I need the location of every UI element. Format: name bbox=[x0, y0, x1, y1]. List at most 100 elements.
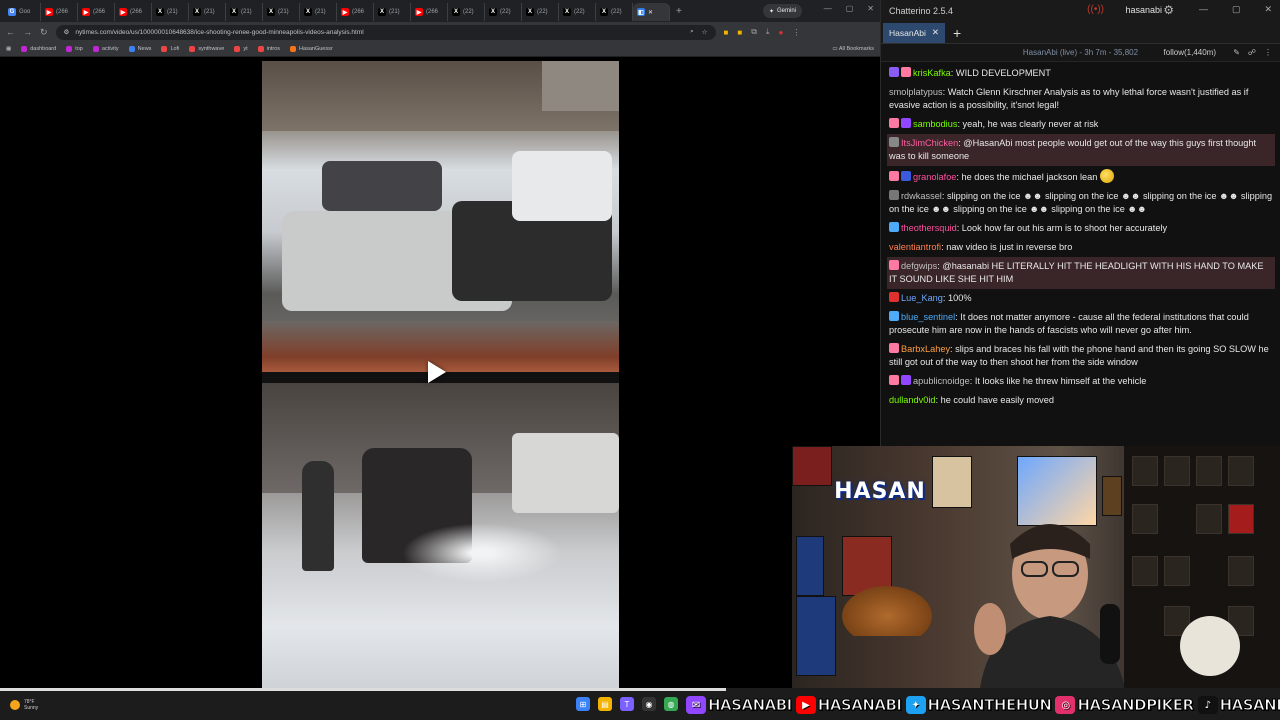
browser-tab[interactable]: X (21) bbox=[374, 3, 411, 21]
bookmark-item[interactable]: HasanGuessr bbox=[290, 46, 333, 52]
video-player[interactable] bbox=[262, 61, 619, 688]
gear-icon[interactable]: ⚙ bbox=[1163, 3, 1174, 17]
obs-icon[interactable]: ◉ bbox=[642, 697, 656, 711]
chat-message[interactable]: krisKafka: WILD DEVELOPMENT bbox=[887, 64, 1275, 83]
more-icon[interactable]: ⋮ bbox=[1264, 48, 1272, 57]
maximize-icon[interactable]: ▢ bbox=[846, 4, 854, 13]
bookmark-item[interactable]: top bbox=[66, 46, 83, 52]
badge-icon bbox=[889, 118, 899, 128]
site-info-icon[interactable]: ⚙ bbox=[64, 28, 70, 36]
browser-tab[interactable]: ▶ (266 bbox=[41, 3, 78, 21]
chat-message[interactable]: rdwkassel: slipping on the ice ☻☻ slippi… bbox=[887, 187, 1275, 219]
browser-tab[interactable]: X (22) bbox=[448, 3, 485, 21]
chat-username[interactable]: blue_sentinel bbox=[901, 312, 955, 322]
browser-tab[interactable]: ▶ (266 bbox=[115, 3, 152, 21]
chat-username[interactable]: krisKafka bbox=[913, 68, 951, 78]
follow-mode-label[interactable]: follow(1,440m) bbox=[1164, 48, 1216, 57]
chat-message[interactable]: Lue_Kang: 100% bbox=[887, 289, 1275, 308]
browser-tab[interactable]: X (21) bbox=[300, 3, 337, 21]
chat-username[interactable]: rdwkassel bbox=[901, 191, 942, 201]
weather-widget[interactable]: 78°F Sunny bbox=[10, 699, 38, 711]
browser-tab[interactable]: ▶ (266 bbox=[411, 3, 448, 21]
reload-icon[interactable]: ↻ bbox=[40, 27, 48, 38]
chat-message[interactable]: dullandv0id: he could have easily moved bbox=[887, 391, 1275, 410]
chrome-icon[interactable]: ◍ bbox=[664, 697, 678, 711]
browser-tab[interactable]: X (22) bbox=[485, 3, 522, 21]
browser-tab[interactable]: ▶ (266 bbox=[337, 3, 374, 21]
download-icon[interactable]: ⤓ bbox=[766, 27, 770, 37]
extension-icon[interactable]: ● bbox=[779, 28, 784, 37]
chat-username[interactable]: defgwips bbox=[901, 261, 937, 271]
chat-message[interactable]: valentiantrofi: naw video is just in rev… bbox=[887, 238, 1275, 257]
bookmark-item[interactable]: yt bbox=[234, 46, 248, 52]
browser-tab[interactable]: G Goo bbox=[4, 3, 41, 21]
chat-message[interactable]: sambodius: yeah, he was clearly never at… bbox=[887, 115, 1275, 134]
teams-icon[interactable]: T bbox=[620, 697, 634, 711]
browser-tab[interactable]: X (22) bbox=[522, 3, 559, 21]
new-tab-button[interactable]: + bbox=[670, 6, 688, 17]
gemini-button[interactable]: ✦ Gemini bbox=[762, 4, 802, 18]
zoom-icon[interactable]: ⌕ bbox=[690, 28, 694, 36]
browser-tab[interactable]: X (22) bbox=[559, 3, 596, 21]
video-progress-bar[interactable] bbox=[0, 688, 726, 691]
browser-tab[interactable]: X (22) bbox=[596, 3, 633, 21]
chat-username[interactable]: smolplatypus bbox=[889, 87, 943, 97]
maximize-icon[interactable]: ▢ bbox=[1232, 4, 1241, 15]
bookmark-item[interactable]: intros bbox=[257, 46, 280, 52]
chat-message[interactable]: smolplatypus: Watch Glenn Kirschner Anal… bbox=[887, 83, 1275, 115]
edit-icon[interactable]: ✎ bbox=[1233, 48, 1240, 57]
chat-username[interactable]: Lue_Kang bbox=[901, 293, 943, 303]
bookmark-item[interactable]: Lofi bbox=[161, 46, 179, 52]
chat-username[interactable]: sambodius bbox=[913, 119, 957, 129]
file-explorer-icon[interactable]: ▤ bbox=[598, 697, 612, 711]
chat-message[interactable]: granolafoe: he does the michael jackson … bbox=[887, 166, 1275, 187]
close-icon[interactable]: ✕ bbox=[1264, 4, 1272, 15]
chat-message[interactable]: blue_sentinel: It does not matter anymor… bbox=[887, 308, 1275, 340]
bookmark-star-icon[interactable]: ☆ bbox=[702, 28, 708, 36]
close-icon[interactable]: ✕ bbox=[867, 4, 874, 13]
browser-tab[interactable]: X (21) bbox=[263, 3, 300, 21]
browser-tab[interactable]: X (21) bbox=[189, 3, 226, 21]
apps-icon[interactable]: ▦ bbox=[6, 46, 11, 52]
chat-username[interactable]: valentiantrofi bbox=[889, 242, 941, 252]
chat-message[interactable]: theothersquid: Look how far out his arm … bbox=[887, 219, 1275, 238]
users-icon[interactable]: ☍ bbox=[1248, 48, 1256, 57]
tab-hasanabi[interactable]: HasanAbi ✕ bbox=[883, 22, 945, 43]
chat-username[interactable]: apublicnoidge bbox=[913, 376, 970, 386]
chat-message[interactable]: BarbxLahey: slips and braces his fall wi… bbox=[887, 340, 1275, 372]
active-browser-tab[interactable]: ◧ ✕ bbox=[633, 3, 670, 21]
browser-tab[interactable]: X (21) bbox=[152, 3, 189, 21]
address-bar[interactable]: ⚙ nytimes.com/video/us/100000010648638/i… bbox=[55, 24, 716, 40]
account-name[interactable]: hasanabi bbox=[1125, 5, 1162, 15]
tab-favicon-icon: ▶ bbox=[415, 8, 423, 16]
bookmark-item[interactable]: News bbox=[128, 46, 151, 52]
forward-icon[interactable]: → bbox=[23, 27, 32, 37]
menu-icon[interactable]: ⋮ bbox=[792, 28, 800, 37]
chat-message-list[interactable]: krisKafka: WILD DEVELOPMENT smolplatypus:… bbox=[881, 63, 1280, 446]
bookmark-item[interactable]: dashboard bbox=[21, 46, 56, 52]
chat-username[interactable]: granolafoe bbox=[913, 172, 956, 182]
chat-message[interactable]: ItsJimChicken: @HasanAbi most people wou… bbox=[887, 134, 1275, 166]
browser-tab[interactable]: ▶ (266 bbox=[78, 3, 115, 21]
play-icon[interactable] bbox=[428, 361, 446, 383]
extension-icon[interactable]: ■ bbox=[737, 28, 742, 37]
minimize-icon[interactable]: — bbox=[1199, 4, 1208, 15]
browser-tab[interactable]: X (21) bbox=[226, 3, 263, 21]
minimize-icon[interactable]: — bbox=[824, 4, 832, 13]
close-icon[interactable]: ✕ bbox=[648, 9, 653, 16]
bookmark-item[interactable]: synthwave bbox=[189, 46, 224, 52]
extension-icon[interactable]: ■ bbox=[724, 28, 729, 37]
add-tab-button[interactable]: + bbox=[953, 25, 961, 41]
back-icon[interactable]: ← bbox=[6, 27, 15, 37]
close-icon[interactable]: ✕ bbox=[932, 27, 939, 38]
chat-username[interactable]: theothersquid bbox=[901, 223, 957, 233]
chat-username[interactable]: dullandv0id bbox=[889, 395, 936, 405]
all-bookmarks-button[interactable]: ▭ All Bookmarks bbox=[832, 46, 874, 52]
chat-message[interactable]: apublicnoidge: It looks like he threw hi… bbox=[887, 372, 1275, 391]
extension-icon[interactable]: ⧉ bbox=[751, 27, 757, 37]
chat-username[interactable]: ItsJimChicken bbox=[901, 138, 958, 148]
chat-username[interactable]: BarbxLahey bbox=[901, 344, 950, 354]
windows-start-icon[interactable]: ⊞ bbox=[576, 697, 590, 711]
bookmark-item[interactable]: activity bbox=[92, 46, 119, 52]
chat-message[interactable]: defgwips: @hasanabi HE LITERALLY HIT THE… bbox=[887, 257, 1275, 289]
